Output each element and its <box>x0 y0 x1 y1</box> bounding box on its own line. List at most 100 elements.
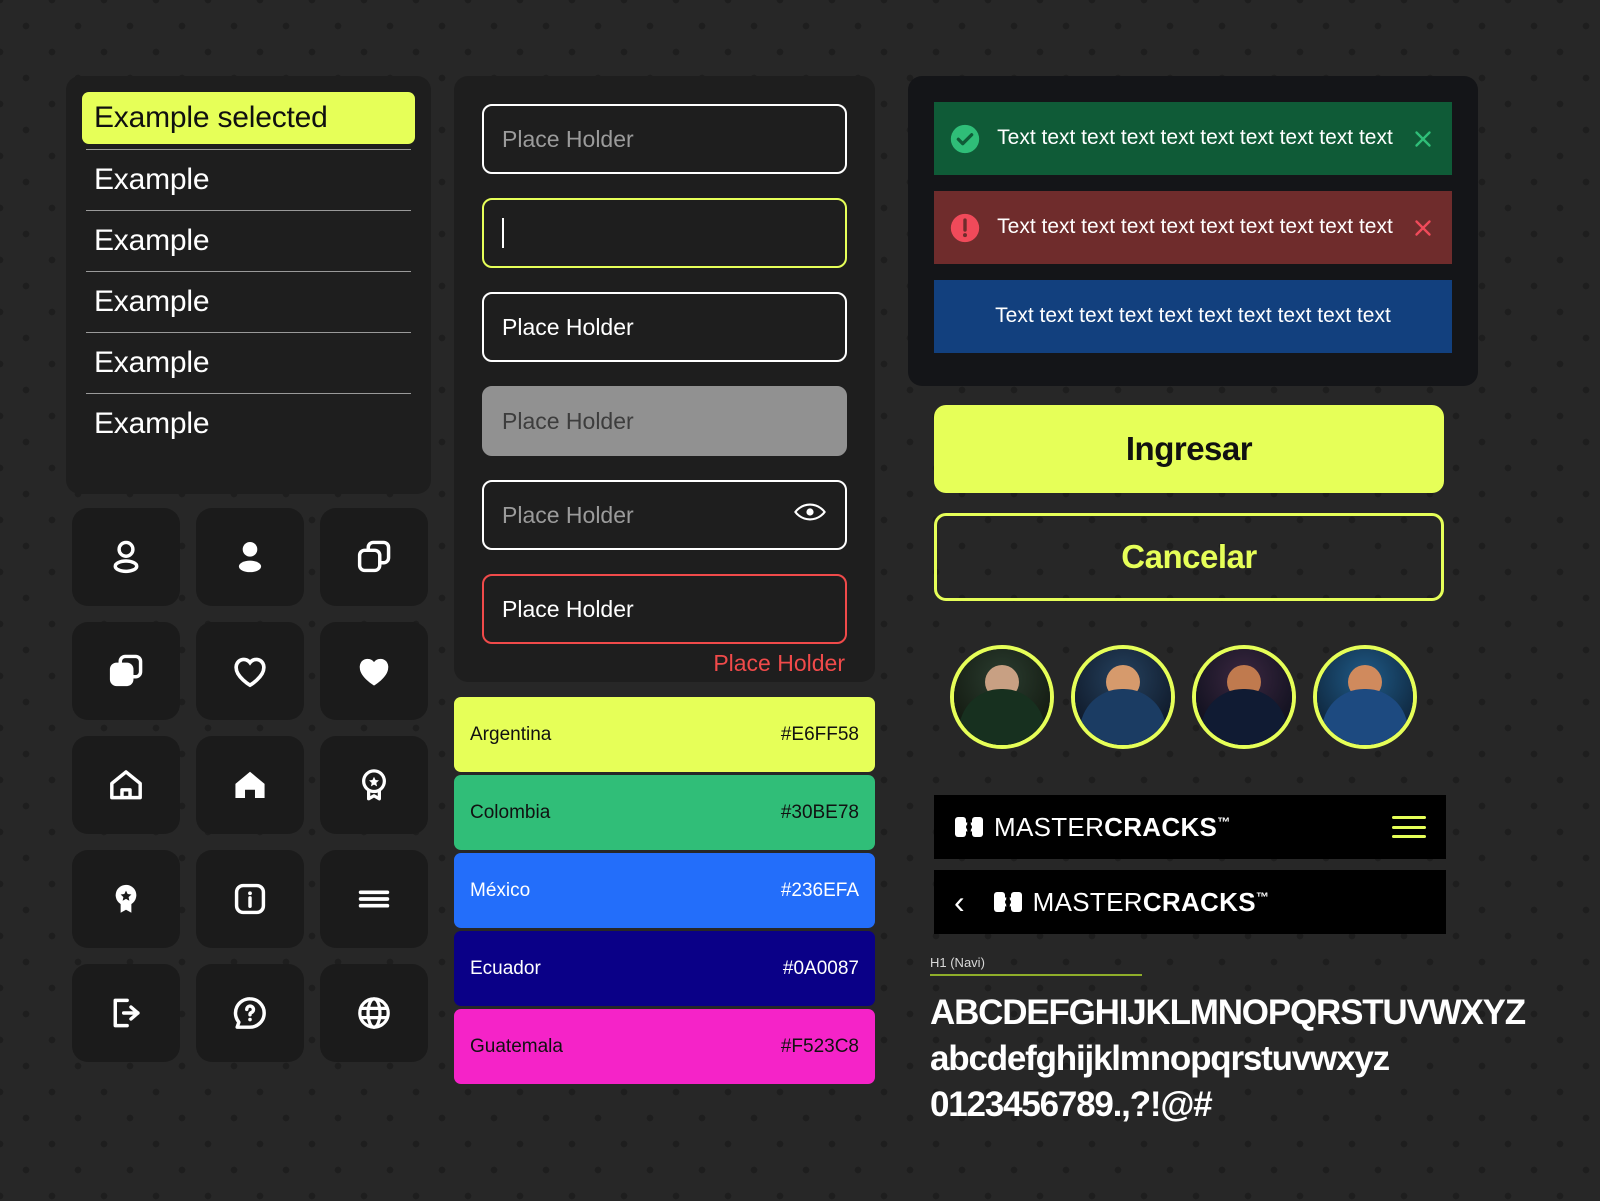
alert-success: Text text text text text text text text … <box>934 102 1452 175</box>
ingresar-button[interactable]: Ingresar <box>934 405 1444 493</box>
brand-bold: CRACKS <box>1142 886 1256 917</box>
home-outline-icon[interactable] <box>72 736 180 834</box>
icon-grid <box>72 508 432 1062</box>
list-item-label: Example selected <box>94 101 328 134</box>
alert-message: Text text text text text text text text … <box>997 126 1393 150</box>
list-item[interactable]: Example <box>82 333 415 393</box>
navbar-back: ‹ MASTERCRACKS™ <box>934 870 1446 934</box>
list-item[interactable]: Example <box>82 211 415 271</box>
alerts-panel: Text text text text text text text text … <box>908 76 1478 386</box>
input-error-message: Place Holder <box>713 650 845 676</box>
close-icon[interactable] <box>1408 215 1438 241</box>
swatch-guatemala[interactable]: Guatemala #F523C8 <box>454 1009 875 1084</box>
swatch-hex: #30BE78 <box>780 801 859 823</box>
dropdown-list-panel: Example selected Example Example Example… <box>66 76 431 494</box>
input-filled[interactable]: Place Holder <box>482 292 847 362</box>
swatch-name: Guatemala <box>470 1035 563 1057</box>
typography-numbers: 0123456789.,?!@# <box>930 1085 1213 1125</box>
input-value: Place Holder <box>502 595 634 622</box>
button-label: Ingresar <box>1125 430 1253 467</box>
navbar-primary: MASTERCRACKS™ <box>934 795 1446 859</box>
list-item-label: Example <box>94 285 210 318</box>
hamburger-bar <box>1392 835 1426 838</box>
brand-bold: CRACKS <box>1104 811 1218 842</box>
typography-specimen: H1 (Navi) ABCDEFGHIJKLMNOPQRSTUVWXYZ abc… <box>930 955 1550 1129</box>
list-item[interactable]: Example <box>82 394 415 454</box>
user-outline-icon[interactable] <box>72 508 180 606</box>
input-placeholder: Place Holder <box>502 501 634 528</box>
globe-icon[interactable] <box>320 964 428 1062</box>
swatch-ecuador[interactable]: Ecuador #0A0087 <box>454 931 875 1006</box>
list-item-label: Example <box>94 407 210 440</box>
list-item[interactable]: Example <box>82 272 415 332</box>
color-swatch-list: Argentina #E6FF58 Colombia #30BE78 Méxic… <box>454 697 875 1087</box>
badge-outline-icon[interactable] <box>320 736 428 834</box>
input-password[interactable]: Place Holder <box>482 480 847 550</box>
input-error[interactable]: Place Holder <box>482 574 847 644</box>
help-question-icon[interactable] <box>196 964 304 1062</box>
copy-filled-icon[interactable] <box>72 622 180 720</box>
typography-label: H1 (Navi) <box>930 955 985 970</box>
hamburger-menu-icon[interactable] <box>320 850 428 948</box>
swatch-hex: #0A0087 <box>782 957 859 979</box>
brand-tm: ™ <box>1255 888 1270 904</box>
brand-light: MASTER <box>994 811 1105 842</box>
input-fields-panel: Place Holder Place Holder Place Holder P… <box>454 76 875 682</box>
input-value: Place Holder <box>502 313 634 340</box>
swatch-hex: #E6FF58 <box>780 723 859 745</box>
swatch-colombia[interactable]: Colombia #30BE78 <box>454 775 875 850</box>
logout-icon[interactable] <box>72 964 180 1062</box>
home-filled-icon[interactable] <box>196 736 304 834</box>
avatar[interactable] <box>1192 645 1296 749</box>
button-label: Cancelar <box>1121 538 1257 575</box>
chevron-left-icon[interactable]: ‹ <box>954 886 965 918</box>
design-system-board: Example selected Example Example Example… <box>0 0 1600 1201</box>
list-item-selected[interactable]: Example selected <box>82 92 415 144</box>
user-filled-icon[interactable] <box>196 508 304 606</box>
mastercracks-logo-icon <box>954 813 984 841</box>
copy-outline-icon[interactable] <box>320 508 428 606</box>
brand-wordmark: MASTERCRACKS™ <box>1033 887 1270 918</box>
swatch-hex: #236EFA <box>780 879 859 901</box>
list-item-label: Example <box>94 224 210 257</box>
close-icon[interactable] <box>1408 126 1438 152</box>
typography-lowercase: abcdefghijklmnopqrstuvwxyz <box>930 1039 1390 1079</box>
hamburger-bar <box>1392 825 1426 829</box>
list-item[interactable]: Example <box>82 150 415 210</box>
text-caret <box>502 218 504 248</box>
brand-tm: ™ <box>1217 813 1231 829</box>
alert-info: Text text text text text text text text … <box>934 280 1452 353</box>
heart-filled-icon[interactable] <box>320 622 428 720</box>
input-placeholder: Place Holder <box>502 407 634 434</box>
brand-light: MASTER <box>1032 886 1143 917</box>
swatch-hex: #F523C8 <box>780 1035 859 1057</box>
cancelar-button[interactable]: Cancelar <box>934 513 1444 601</box>
avatar-row <box>950 645 1417 749</box>
hamburger-menu-icon[interactable] <box>1392 816 1426 838</box>
avatar[interactable] <box>1313 645 1417 749</box>
check-circle-icon <box>948 122 982 156</box>
input-placeholder: Place Holder <box>502 125 634 152</box>
avatar[interactable] <box>950 645 1054 749</box>
brand-wordmark: MASTERCRACKS™ <box>994 812 1231 843</box>
hamburger-bar <box>1392 816 1426 819</box>
heart-outline-icon[interactable] <box>196 622 304 720</box>
swatch-argentina[interactable]: Argentina #E6FF58 <box>454 697 875 772</box>
input-disabled: Place Holder <box>482 386 847 456</box>
alert-error: Text text text text text text text text … <box>934 191 1452 264</box>
swatch-name: Colombia <box>470 801 551 823</box>
mastercracks-logo-icon <box>993 888 1023 916</box>
swatch-name: México <box>470 879 531 901</box>
input-focused[interactable] <box>482 198 847 268</box>
avatar[interactable] <box>1071 645 1175 749</box>
list-item-label: Example <box>94 163 210 196</box>
typography-uppercase: ABCDEFGHIJKLMNOPQRSTUVWXYZ <box>930 993 1526 1032</box>
eye-icon[interactable] <box>793 500 827 530</box>
alert-message: Text text text text text text text text … <box>997 215 1393 239</box>
swatch-mexico[interactable]: México #236EFA <box>454 853 875 928</box>
swatch-name: Ecuador <box>470 957 541 979</box>
badge-filled-icon[interactable] <box>72 850 180 948</box>
input-default[interactable]: Place Holder <box>482 104 847 174</box>
alert-message: Text text text text text text text text … <box>995 304 1391 328</box>
info-box-icon[interactable] <box>196 850 304 948</box>
